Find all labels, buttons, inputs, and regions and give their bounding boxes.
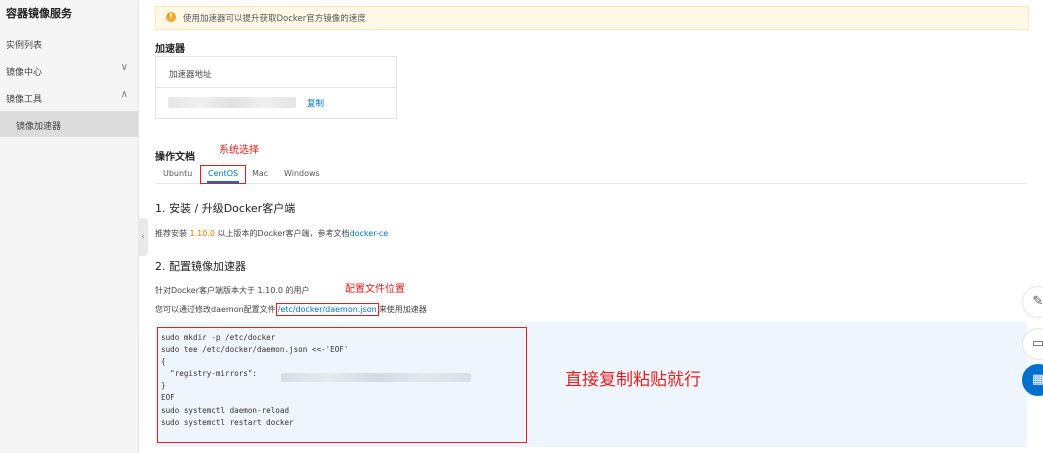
- step2-line1: 针对Docker客户端版本大于 1.10.0 的用户: [155, 286, 310, 295]
- os-tabs: Ubuntu CentOS Mac Windows: [155, 163, 1027, 184]
- annotation-copy-paste: 直接复制粘贴就行: [565, 370, 701, 390]
- accelerator-address-label: 加速器地址: [169, 70, 212, 80]
- step2-title: 2. 配置镜像加速器: [155, 260, 246, 273]
- edit-icon[interactable]: ✎: [1022, 286, 1043, 318]
- sidebar-item-label: 实例列表: [6, 41, 43, 51]
- annotation-box-centos: [200, 165, 246, 184]
- step1-version: 1.10.0: [189, 229, 215, 238]
- sidebar-title: 容器镜像服务: [6, 7, 72, 20]
- config-file-path: /etc/docker/daemon.json: [275, 303, 379, 316]
- step1-title: 1. 安装 / 升级Docker客户端: [155, 202, 296, 215]
- tab-windows[interactable]: Windows: [284, 169, 320, 178]
- sidebar-item-image-center[interactable]: 镜像中心 ∨: [0, 57, 138, 83]
- sidebar: 容器镜像服务 实例列表 镜像中心 ∨ 镜像工具 ∧ 镜像加速器: [0, 0, 139, 453]
- docker-ce-link[interactable]: docker-ce: [350, 229, 389, 238]
- accelerator-panel: 加速器地址 复制: [155, 56, 397, 119]
- annotation-config-location: 配置文件位置: [345, 284, 405, 295]
- step2-line2-after: 来使用加速器: [378, 305, 427, 314]
- sidebar-item-image-tools[interactable]: 镜像工具 ∧: [0, 84, 138, 110]
- step1-text: 推荐安装 1.10.0 以上版本的Docker客户端，参考文档docker-ce: [155, 228, 388, 239]
- sidebar-item-instances[interactable]: 实例列表: [0, 30, 138, 56]
- annotation-box-code: [157, 327, 527, 443]
- docs-heading: 操作文档: [155, 152, 195, 163]
- annotation-system-select: 系统选择: [219, 145, 259, 156]
- copy-button[interactable]: 复制: [307, 97, 324, 109]
- step2-line2-before: 您可以通过修改daemon配置文件: [155, 305, 276, 314]
- sidebar-collapse-handle[interactable]: ‹: [138, 218, 148, 256]
- notice-banner: ! 使用加速器可以提升获取Docker官方镜像的速度: [155, 6, 1029, 30]
- sidebar-item-label: 镜像工具: [6, 95, 43, 105]
- sidebar-item-image-accelerator[interactable]: 镜像加速器: [0, 111, 138, 137]
- sidebar-item-label: 镜像加速器: [16, 122, 62, 132]
- chevron-down-icon: ∨: [120, 62, 128, 73]
- accelerator-address-value: [168, 97, 296, 108]
- accelerator-heading: 加速器: [155, 44, 185, 55]
- chevron-up-icon: ∧: [120, 89, 128, 100]
- step1-text-middle: 以上版本的Docker客户端，参考文档: [215, 229, 350, 238]
- notice-text: 使用加速器可以提升获取Docker官方镜像的速度: [183, 14, 366, 24]
- warning-icon: !: [166, 12, 176, 22]
- tab-ubuntu[interactable]: Ubuntu: [163, 169, 192, 178]
- step1-text-before: 推荐安装: [155, 229, 190, 238]
- sidebar-item-label: 镜像中心: [6, 68, 43, 78]
- tab-mac[interactable]: Mac: [252, 169, 268, 178]
- step2-line2: 您可以通过修改daemon配置文件/etc/docker/daemon.json…: [155, 303, 427, 316]
- accelerator-panel-header: 加速器地址: [156, 57, 396, 88]
